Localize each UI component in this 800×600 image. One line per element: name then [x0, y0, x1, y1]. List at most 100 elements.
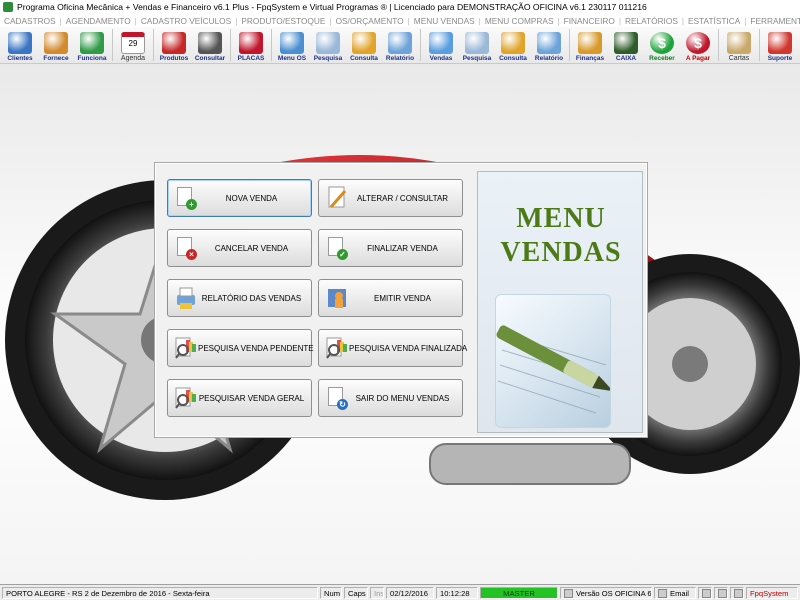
btn-pesquisa-venda-finalizada[interactable]: PESQUISA VENDA FINALIZADA	[318, 329, 467, 367]
toolbar-button-clientes[interactable]: Clientes	[2, 27, 38, 63]
button-label: PESQUISA VENDA FINALIZADA	[349, 343, 468, 353]
menu-menu-compras[interactable]: MENU COMPRAS	[485, 16, 558, 26]
toolbar-button-relatório[interactable]: Relatório	[531, 27, 567, 63]
edit-pencil-icon	[325, 185, 349, 211]
menu-os-orçamento[interactable]: OS/ORÇAMENTO	[336, 16, 408, 26]
button-label: SAIR DO MENU VENDAS	[355, 393, 450, 403]
toolbar-separator	[230, 29, 231, 61]
toolbar-separator	[112, 29, 113, 61]
status-badge-icon: +	[186, 199, 197, 210]
calendar-icon: 29	[121, 32, 145, 54]
menu-bar: CADASTROS | AGENDAMENTO | CADASTRO VEÍCULOS |…	[0, 14, 800, 27]
menu-financeiro[interactable]: FINANCEIRO	[564, 16, 619, 26]
btn-alterar-consultar[interactable]: ALTERAR / CONSULTAR	[318, 179, 463, 217]
menu-title-line1: MENU	[516, 203, 606, 234]
window-title: Programa Oficina Mecânica + Vendas e Fin…	[17, 2, 647, 12]
toolbar-button-caixa[interactable]: CAIXA	[608, 27, 644, 63]
search-sales-icon	[465, 32, 489, 54]
btn-finalizar-venda[interactable]: ✓ FINALIZAR VENDA	[318, 229, 463, 267]
status-ins: Ins	[370, 587, 384, 599]
toolbar-button-finanças[interactable]: Finanças	[572, 27, 608, 63]
search-document-icon	[316, 32, 340, 54]
btn-cancelar-venda[interactable]: × CANCELAR VENDA	[167, 229, 312, 267]
button-label: FINALIZAR VENDA	[367, 243, 438, 253]
pay-dollar-icon: $	[686, 32, 710, 54]
toolbar-button-suporte[interactable]: Suporte	[762, 27, 798, 63]
status-version-text: Versão OS OFICINA 6.1	[576, 588, 652, 598]
sales-monitor-icon	[429, 32, 453, 54]
toolbar-button-menu-os[interactable]: Menu OS	[274, 27, 310, 63]
status-help-icon[interactable]	[730, 587, 744, 599]
btn-pesquisar-venda-geral[interactable]: PESQUISAR VENDA GERAL	[167, 379, 312, 417]
toolbar-button-label: Menu OS	[277, 55, 307, 62]
toolbar-button-funciona[interactable]: Funciona	[74, 27, 110, 63]
btn-sair-do-menu-vendas[interactable]: ↻ SAIR DO MENU VENDAS	[318, 379, 463, 417]
status-num: Num	[320, 587, 342, 599]
search-general-icon	[174, 385, 198, 411]
printer-icon	[702, 588, 711, 598]
menu-vendas-title: MENU VENDAS	[478, 202, 644, 270]
toolbar-button-pesquisa[interactable]: Pesquisa	[310, 27, 346, 63]
toolbar-button-consultar[interactable]: Consultar	[192, 27, 228, 63]
toolbar-button-agenda[interactable]: 29 Agenda	[115, 27, 151, 63]
menu-produto-estoque[interactable]: PRODUTO/ESTOQUE	[241, 16, 329, 26]
status-badge-icon: ×	[186, 249, 197, 260]
menu-cadastro-veículos[interactable]: CADASTRO VEÍCULOS	[141, 16, 235, 26]
btn-emitir-venda[interactable]: EMITIR VENDA	[318, 279, 463, 317]
button-label: RELATÓRIO DAS VENDAS	[201, 293, 302, 303]
title-bar: Programa Oficina Mecânica + Vendas e Fin…	[0, 0, 800, 14]
toolbar-button-label: Relatório	[385, 55, 415, 62]
toolbar-button-consulta[interactable]: Consulta	[346, 27, 382, 63]
toolbar-button-placas[interactable]: PLACAS	[233, 27, 269, 63]
btn-nova-venda[interactable]: + NOVA VENDA	[167, 179, 312, 217]
toolbar-button-vendas[interactable]: Vendas	[423, 27, 459, 63]
receive-dollar-icon: $	[650, 32, 674, 54]
toolbar-button-label: Cartas	[728, 55, 750, 62]
menu-ferramentas[interactable]: FERRAMENTAS	[750, 16, 800, 26]
menu-relatórios[interactable]: RELATÓRIOS	[625, 16, 682, 26]
menu-estatística[interactable]: ESTATÍSTICA	[688, 16, 744, 26]
employee-person-icon	[80, 32, 104, 54]
exit-menu-icon: ↻	[325, 385, 349, 411]
email-icon	[658, 588, 667, 598]
support-headset-icon	[768, 32, 792, 54]
toolbar-button-produtos[interactable]: Produtos	[156, 27, 192, 63]
sales-menu-panel: + NOVA VENDA ALTERAR / CONSULTAR × CANCELAR …	[154, 162, 648, 438]
status-calc-icon[interactable]	[714, 587, 728, 599]
help-icon	[734, 588, 743, 598]
toolbar-button-receber[interactable]: $ Receber	[644, 27, 680, 63]
toolbar-separator	[153, 29, 154, 61]
status-printer-icon[interactable]	[698, 587, 712, 599]
button-label: PESQUISAR VENDA GERAL	[198, 393, 305, 403]
toolbar-button-consulta[interactable]: Consulta	[495, 27, 531, 63]
status-caps: Caps	[344, 587, 368, 599]
button-label: CANCELAR VENDA	[214, 243, 289, 253]
folder-sales-icon	[501, 32, 525, 54]
menu-menu-vendas[interactable]: MENU VENDAS	[414, 16, 479, 26]
printer-icon	[388, 32, 412, 54]
car-icon	[239, 32, 263, 54]
button-label: PESQUISA VENDA PENDENTE	[198, 343, 314, 353]
toolbar-button-cartas[interactable]: Cartas	[721, 27, 757, 63]
toolbar-button-label: Fornece	[43, 55, 69, 62]
new-sale-icon: +	[174, 185, 198, 211]
btn-relatório-das-vendas[interactable]: RELATÓRIO DAS VENDAS	[167, 279, 312, 317]
toolbar-button-fornece[interactable]: Fornece	[38, 27, 74, 63]
status-email[interactable]: Email	[654, 587, 696, 599]
app-icon	[3, 2, 13, 12]
toolbar-button-label: Consulta	[499, 55, 527, 62]
calculator-icon	[718, 588, 727, 598]
pen-document-image	[495, 294, 611, 428]
menu-cadastros[interactable]: CADASTROS	[4, 16, 60, 26]
toolbar-button-a-pagar[interactable]: $ A Pagar	[680, 27, 716, 63]
supplier-person-icon	[44, 32, 68, 54]
toolbar: Clientes Fornece Funciona 29 Agenda Produtos C…	[0, 27, 800, 64]
menu-agendamento[interactable]: AGENDAMENTO	[66, 16, 135, 26]
users-icon	[8, 32, 32, 54]
btn-pesquisa-venda-pendente[interactable]: PESQUISA VENDA PENDENTE	[167, 329, 314, 367]
button-label: NOVA VENDA	[225, 193, 278, 203]
toolbar-button-label: Consulta	[350, 55, 378, 62]
finance-coins-icon	[578, 32, 602, 54]
toolbar-button-relatório[interactable]: Relatório	[382, 27, 418, 63]
toolbar-button-pesquisa[interactable]: Pesquisa	[459, 27, 495, 63]
